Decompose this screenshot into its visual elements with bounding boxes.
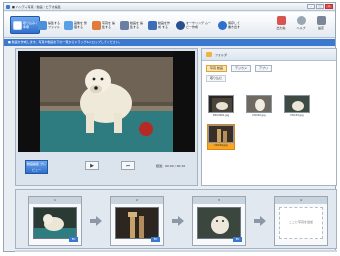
source-tabs: 写真 動画 デジカメ アプリ: [206, 65, 272, 72]
tool-help[interactable]: ヘルプ: [292, 16, 310, 34]
video-edit-icon: [120, 20, 129, 30]
folder-header: フォルダ: [202, 49, 336, 61]
playback-time: 経過：00:00 / 00:10: [156, 164, 186, 168]
media-thumbnail[interactable]: DSC0001.jpg: [208, 95, 234, 119]
movie-icon: [148, 20, 157, 30]
tab-photo-video[interactable]: 写真 動画: [206, 65, 227, 72]
slot-number: 3: [193, 197, 245, 204]
gear-icon: [316, 16, 326, 25]
title-bar: ■ ハンディ写真・動画・ビデオ編集 – □ ×: [4, 3, 335, 11]
save-icon: [218, 20, 227, 30]
thumbnail-caption: DSC04.jpg: [214, 144, 228, 147]
tool-edit-file[interactable]: 編集する ファイル: [38, 16, 62, 34]
slot-number: 2: [111, 197, 163, 204]
arrow-right-icon: [90, 216, 102, 226]
app-window: ■ ハンディ写真・動画・ビデオ編集 – □ × 取り込み / 準備 編集する フ…: [3, 2, 337, 252]
tool-label: オーサリング ムービー作成: [186, 21, 211, 29]
maximize-button[interactable]: □: [316, 4, 324, 9]
organize-icon: [64, 20, 73, 30]
tab-camera[interactable]: デジカメ: [230, 65, 251, 72]
media-thumbnail-selected[interactable]: DSC04.jpg: [207, 124, 235, 150]
import-icon: [13, 20, 22, 30]
tab-app[interactable]: アプリ: [254, 65, 272, 72]
slot-image: [33, 207, 77, 239]
slot-edit-tag[interactable]: ED: [69, 237, 78, 242]
close-button[interactable]: ×: [325, 4, 333, 9]
tool-label: 動画を作成 する: [158, 21, 171, 29]
media-thumbnail[interactable]: DSC03.jpg: [284, 95, 310, 119]
import-button[interactable]: 取り込む: [206, 75, 227, 82]
tool-save-export[interactable]: 保存して 書き出す: [218, 16, 242, 34]
tool-authoring[interactable]: オーサリング ムービー作成: [176, 16, 212, 34]
minimize-button[interactable]: –: [307, 4, 315, 9]
storyboard-slot-empty[interactable]: 4 ここに写真を追加: [274, 196, 328, 246]
thumbnail-image: [284, 95, 310, 113]
instruction-bar: ■ 動画を作成します。写真や動画を下の一覧からドラッグ&ドロップしてください。: [4, 39, 335, 46]
arrow-right-icon: [172, 216, 184, 226]
preview-panel: 動画編集 プレビュー ▶ ⏮ 経過：00:00 / 00:10: [15, 48, 198, 186]
tool-make-movie[interactable]: 動画を作成 する: [148, 16, 172, 34]
slot-edit-tag[interactable]: ED: [233, 237, 242, 242]
tool-label: 保存して 書き出す: [228, 21, 241, 29]
app-icon: [6, 5, 10, 9]
tool-import[interactable]: 取り込み / 準備: [10, 16, 40, 34]
slot-image: [115, 207, 159, 239]
video-preview[interactable]: [18, 51, 195, 152]
tool-label: 写真を 編集する: [102, 21, 115, 29]
output-icon: [276, 16, 286, 25]
preview-mode-button[interactable]: 動画編集 プレビュー: [25, 160, 48, 174]
thumbnail-image: [208, 125, 234, 143]
tool-settings[interactable]: 設定: [312, 16, 330, 34]
media-browser: フォルダ 写真 動画 デジカメ アプリ 取り込む DSC0001.jpg DSC…: [201, 48, 337, 186]
thumbnail-image: [208, 95, 234, 113]
slot-image: [197, 207, 241, 239]
file-icon: [38, 20, 47, 30]
window-controls: – □ ×: [307, 4, 333, 9]
play-button[interactable]: ▶: [85, 161, 99, 170]
arrow-right-icon: [254, 216, 266, 226]
slot-edit-tag[interactable]: ED: [151, 237, 160, 242]
thumbnail-caption: DSC0001.jpg: [212, 114, 230, 117]
folder-icon: [206, 52, 212, 57]
tool-photo-edit[interactable]: 写真を 編集する: [92, 16, 116, 34]
empty-slot-placeholder: ここに写真を追加: [279, 207, 323, 239]
polar-bear-video-frame: [18, 51, 195, 152]
thumbnail-caption: DSC02.jpg: [252, 114, 266, 117]
tool-label: 画像を 整理する: [74, 21, 87, 29]
tool-label: 設定: [317, 26, 324, 30]
media-thumbnail[interactable]: DSC02.jpg: [246, 95, 272, 119]
tool-output[interactable]: 出力先: [272, 16, 290, 34]
tool-label: 動画を 編集する: [130, 21, 143, 29]
storyboard: 1 ED 2 ED 3 ED 4 ここに写真を追加: [15, 189, 337, 249]
player-controls: 動画編集 プレビュー ▶ ⏮ 経過：00:00 / 00:10: [18, 157, 195, 183]
help-icon: [296, 16, 306, 25]
tool-label: 編集する ファイル: [48, 21, 61, 29]
main-toolbar: 取り込み / 準備 編集する ファイル 画像を 整理する 写真を 編集する 動画…: [4, 12, 335, 38]
storyboard-slot[interactable]: 3 ED: [192, 196, 246, 246]
photo-edit-icon: [92, 20, 101, 30]
window-title: ■ ハンディ写真・動画・ビデオ編集: [12, 5, 61, 9]
status-bar: [15, 250, 337, 252]
tool-label: ヘルプ: [296, 26, 306, 30]
slot-number: 4: [275, 197, 327, 204]
slot-number: 1: [29, 197, 81, 204]
storyboard-slot[interactable]: 1 ED: [28, 196, 82, 246]
tool-video-edit[interactable]: 動画を 編集する: [120, 16, 144, 34]
tool-label: 取り込み / 準備: [23, 21, 37, 29]
rewind-button[interactable]: ⏮: [121, 161, 135, 170]
folder-title: フォルダ: [215, 53, 228, 57]
thumbnail-caption: DSC03.jpg: [290, 114, 304, 117]
thumbnail-image: [246, 95, 272, 113]
tool-label: 出力先: [276, 26, 286, 30]
tool-organize[interactable]: 画像を 整理する: [64, 16, 88, 34]
disc-icon: [176, 20, 185, 30]
storyboard-slot[interactable]: 2 ED: [110, 196, 164, 246]
